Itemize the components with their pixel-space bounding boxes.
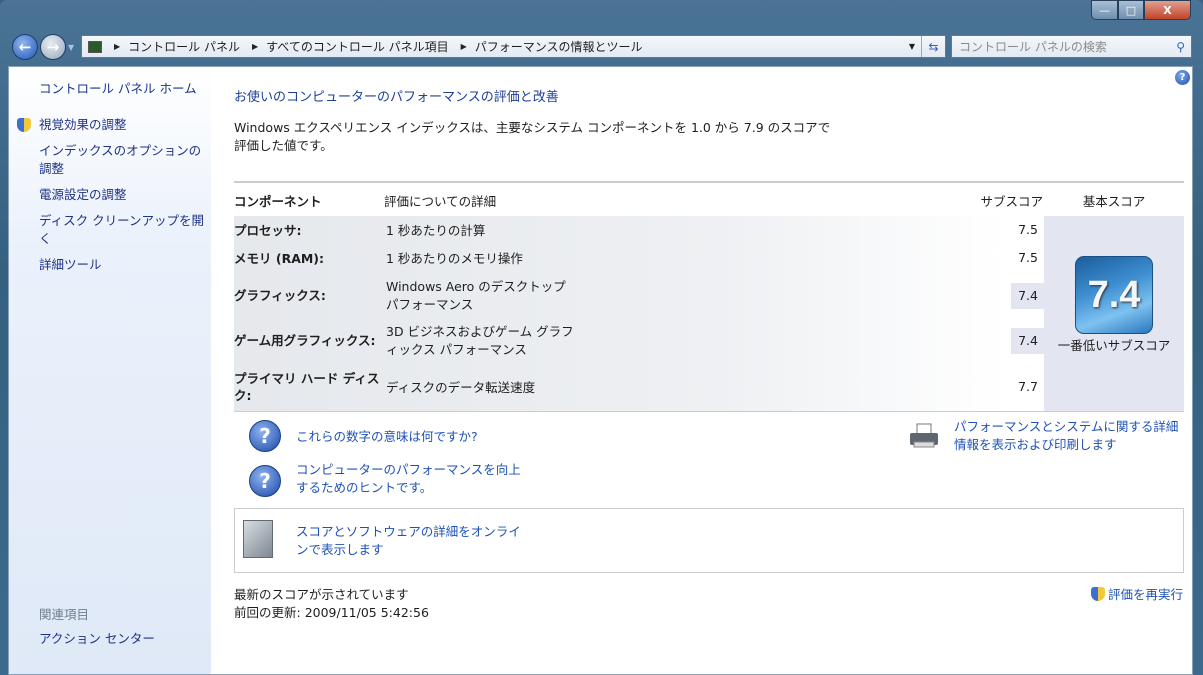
table-body: プロセッサ: 1 秒あたりの計算 7.5 メモリ (RAM): 1 秒あたりのメモリ操… xyxy=(234,216,1044,411)
recent-pages-dropdown-icon[interactable]: ▼ xyxy=(68,43,74,52)
performance-tips-link[interactable]: コンピューターのパフォーマンスを向上するためのヒントです。 xyxy=(296,461,521,497)
maximize-button[interactable]: □ xyxy=(1118,0,1144,20)
status-text: 最新のスコアが示されています xyxy=(234,587,409,602)
back-button[interactable]: ← xyxy=(12,34,38,60)
header-component: コンポーネント xyxy=(234,194,322,209)
last-update: 前回の更新: 2009/11/05 5:42:56 xyxy=(234,602,429,621)
header-details: 評価についての詳細 xyxy=(384,194,497,209)
search-placeholder: コントロール パネルの検索 xyxy=(959,40,1107,54)
last-update-value: 2009/11/05 5:42:56 xyxy=(304,605,429,620)
breadcrumb-control-panel[interactable]: コントロール パネル xyxy=(128,38,240,55)
main-panel: ? お使いのコンピューターのパフォーマンスの評価と改善 Windows エクスペ… xyxy=(211,67,1192,674)
sidebar-advanced-tools[interactable]: 詳細ツール xyxy=(39,256,204,274)
page-description: Windows エクスペリエンス インデックスは、主要なシステム コンポーネント… xyxy=(234,120,831,153)
breadcrumb-separator-icon[interactable]: ▶ xyxy=(114,42,120,51)
base-score-caption: 一番低いサブスコア xyxy=(1057,338,1171,353)
sidebar-home-link[interactable]: コントロール パネル ホーム xyxy=(39,80,204,98)
subscore: 7.5 xyxy=(1018,222,1038,237)
minimize-button[interactable]: — xyxy=(1091,0,1118,20)
question-icon: ? xyxy=(249,420,281,452)
base-score-badge: 7.4 xyxy=(1075,256,1153,334)
refresh-icon[interactable]: ⇆ xyxy=(921,36,945,57)
help-icon[interactable]: ? xyxy=(1175,70,1190,85)
breadcrumb-all-items[interactable]: すべてのコントロール パネル項目 xyxy=(266,38,449,55)
sidebar-indexing-options[interactable]: インデックスのオプションの調整 xyxy=(39,142,204,178)
navigation-buttons: ← → ▼ xyxy=(12,34,74,60)
subscore: 7.7 xyxy=(1018,379,1038,394)
content-area: コントロール パネル ホーム 視覚効果の調整 インデックスのオプションの調整 電… xyxy=(8,66,1193,675)
component-details: Windows Aero のデスクトップ パフォーマンス xyxy=(386,279,566,312)
subscore: 7.4 xyxy=(1011,328,1044,354)
base-score-column: 7.4 一番低いサブスコア xyxy=(1044,216,1184,411)
component-name: メモリ (RAM): xyxy=(234,251,325,266)
last-update-label: 前回の更新: xyxy=(234,605,301,620)
software-box-icon xyxy=(243,520,273,558)
subscore: 7.4 xyxy=(1011,283,1044,309)
rerun-assessment-link[interactable]: 評価を再実行 xyxy=(1090,584,1183,603)
header-basescore: 基本スコア xyxy=(1082,194,1146,209)
forward-button[interactable]: → xyxy=(40,34,66,60)
shield-icon xyxy=(1090,586,1105,601)
breadcrumb-separator-icon[interactable]: ▶ xyxy=(252,42,258,51)
sidebar: コントロール パネル ホーム 視覚効果の調整 インデックスのオプションの調整 電… xyxy=(9,67,211,674)
sidebar-visual-effects[interactable]: 視覚効果の調整 xyxy=(39,116,204,134)
online-details-box: スコアとソフトウェアの詳細をオンラインで表示します xyxy=(234,508,1184,573)
online-details-link[interactable]: スコアとソフトウェアの詳細をオンラインで表示します xyxy=(296,523,531,559)
shield-icon xyxy=(17,118,31,132)
component-details: 3D ビジネスおよびゲーム グラフィックス パフォーマンス xyxy=(386,324,574,357)
component-details: ディスクのデータ転送速度 xyxy=(386,380,536,395)
question-icon: ? xyxy=(249,465,281,497)
component-name: ゲーム用グラフィックス: xyxy=(234,333,376,348)
breadcrumb-separator-icon[interactable]: ▶ xyxy=(461,42,467,51)
address-bar[interactable]: ▶ コントロール パネル ▶ すべてのコントロール パネル項目 ▶ パフォーマン… xyxy=(81,35,946,58)
score-table: コンポーネント 評価についての詳細 サブスコア 基本スコア プロセッサ: 1 秒あ… xyxy=(234,181,1184,412)
component-details: 1 秒あたりの計算 xyxy=(386,223,486,238)
print-details-link[interactable]: パフォーマンスとシステムに関する詳細情報を表示および印刷します xyxy=(954,418,1186,454)
sidebar-action-center[interactable]: アクション センター xyxy=(39,630,204,648)
search-icon[interactable]: ⚲ xyxy=(1176,40,1185,54)
printer-icon xyxy=(910,423,938,448)
address-dropdown-icon[interactable]: ▼ xyxy=(905,36,919,57)
subscore: 7.5 xyxy=(1018,250,1038,265)
close-button[interactable]: X xyxy=(1144,0,1191,20)
sidebar-power-settings[interactable]: 電源設定の調整 xyxy=(39,186,204,204)
component-name: グラフィックス: xyxy=(234,288,326,303)
page-title: お使いのコンピューターのパフォーマンスの評価と改善 xyxy=(234,90,559,105)
breadcrumb-performance[interactable]: パフォーマンスの情報とツール xyxy=(475,38,643,55)
component-details: 1 秒あたりのメモリ操作 xyxy=(386,251,523,266)
control-panel-icon xyxy=(88,40,102,53)
component-name: プライマリ ハード ディスク: xyxy=(234,371,380,403)
related-header: 関連項目 xyxy=(39,607,90,622)
rerun-label[interactable]: 評価を再実行 xyxy=(1108,584,1183,603)
header-subscore: サブスコア xyxy=(980,194,1043,209)
component-name: プロセッサ: xyxy=(234,223,302,238)
caption-buttons: — □ X xyxy=(1091,0,1191,20)
search-input[interactable]: コントロール パネルの検索 ⚲ xyxy=(951,35,1192,58)
what-numbers-mean-link[interactable]: これらの数字の意味は何ですか? xyxy=(296,428,478,446)
sidebar-disk-cleanup[interactable]: ディスク クリーンアップを開く xyxy=(39,212,204,248)
